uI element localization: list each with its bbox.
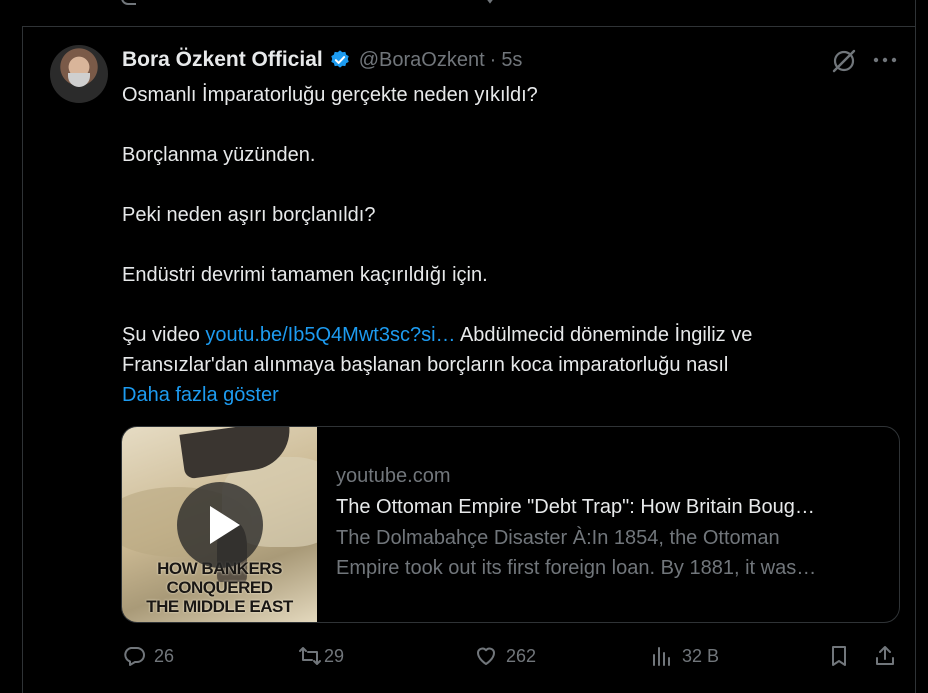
- like-button[interactable]: 262: [474, 641, 536, 671]
- card-description: The Dolmabahçe Disaster À:In 1854, the O…: [336, 523, 886, 583]
- tweet-line: Endüstri devrimi tamamen kaçırıldığı içi…: [122, 264, 488, 286]
- reply-icon[interactable]: [120, 0, 140, 8]
- timeline-border-left: [22, 26, 23, 693]
- share-button[interactable]: [873, 641, 897, 671]
- bookmark-icon[interactable]: [830, 0, 850, 8]
- tweet-line: Osmanlı İmparatorluğu gerçekte neden yık…: [122, 84, 538, 106]
- heart-icon: [477, 647, 495, 665]
- tweet-line: Fransızlar'dan alınmaya başlanan borçlar…: [122, 354, 729, 376]
- reply-icon: [124, 647, 145, 666]
- views-button[interactable]: 32 B: [650, 641, 719, 671]
- repost-count: 29: [324, 645, 345, 666]
- tweet-line: Peki neden aşırı borçlanıldı?: [122, 204, 376, 226]
- link-preview-card[interactable]: HOW BANKERS CONQUERED THE MIDDLE EAST yo…: [121, 426, 900, 623]
- like-count: 262: [506, 645, 537, 666]
- bookmark-icon: [832, 646, 846, 666]
- tweet-text: Osmanlı İmparatorluğu gerçekte neden yık…: [122, 80, 882, 410]
- reply-button[interactable]: 26: [122, 641, 174, 671]
- view-count: 32 B: [682, 645, 720, 666]
- reply-count: 26: [154, 645, 175, 666]
- header-separator: ·: [489, 48, 497, 71]
- timeline-border-right: [915, 0, 916, 693]
- tweet-timestamp[interactable]: 5s: [501, 49, 522, 72]
- previous-tweet-actions: [0, 0, 928, 26]
- repost-icon: [299, 647, 321, 665]
- share-icon: [876, 646, 894, 665]
- show-more-link[interactable]: Daha fazla göster: [122, 380, 882, 410]
- thumbnail-caption-line: THE MIDDLE EAST: [146, 597, 293, 616]
- more-options-icon[interactable]: [872, 53, 898, 67]
- tweet-divider: [22, 26, 916, 27]
- avatar[interactable]: [50, 45, 108, 103]
- like-icon[interactable]: [480, 0, 500, 8]
- card-description-line: Empire took out its first foreign loan. …: [336, 557, 817, 579]
- card-title[interactable]: The Ottoman Empire "Debt Trap": How Brit…: [336, 491, 886, 523]
- video-thumbnail[interactable]: HOW BANKERS CONQUERED THE MIDDLE EAST: [122, 427, 317, 622]
- bookmark-button[interactable]: [827, 641, 851, 671]
- share-icon[interactable]: [876, 0, 896, 8]
- tweet-header: Bora Özkent Official @BoraOzkent · 5s: [122, 46, 522, 74]
- tweet-line-prefix: Şu video: [122, 324, 206, 346]
- card-info: youtube.com The Ottoman Empire "Debt Tra…: [336, 461, 886, 583]
- tweet-line: Borçlanma yüzünden.: [122, 144, 316, 166]
- tweet-line-suffix: Abdülmecid döneminde İngiliz ve: [455, 324, 753, 346]
- card-domain: youtube.com: [336, 465, 451, 487]
- grok-icon[interactable]: [830, 47, 858, 75]
- views-icon: [653, 647, 670, 666]
- tweet-actions: 26 29 262 32 B: [0, 641, 928, 671]
- play-icon[interactable]: [177, 482, 263, 568]
- verified-badge-icon[interactable]: [329, 49, 351, 71]
- repost-button[interactable]: 29: [298, 641, 344, 671]
- video-link[interactable]: youtu.be/Ib5Q4Mwt3sc?si…: [205, 324, 455, 346]
- card-description-line: The Dolmabahçe Disaster À:In 1854, the O…: [336, 527, 780, 549]
- tweet-line: Şu video youtu.be/Ib5Q4Mwt3sc?si… Abdülm…: [122, 320, 882, 350]
- display-name[interactable]: Bora Özkent Official: [122, 48, 323, 72]
- views-icon[interactable]: [652, 0, 672, 8]
- user-handle[interactable]: @BoraOzkent: [359, 49, 485, 72]
